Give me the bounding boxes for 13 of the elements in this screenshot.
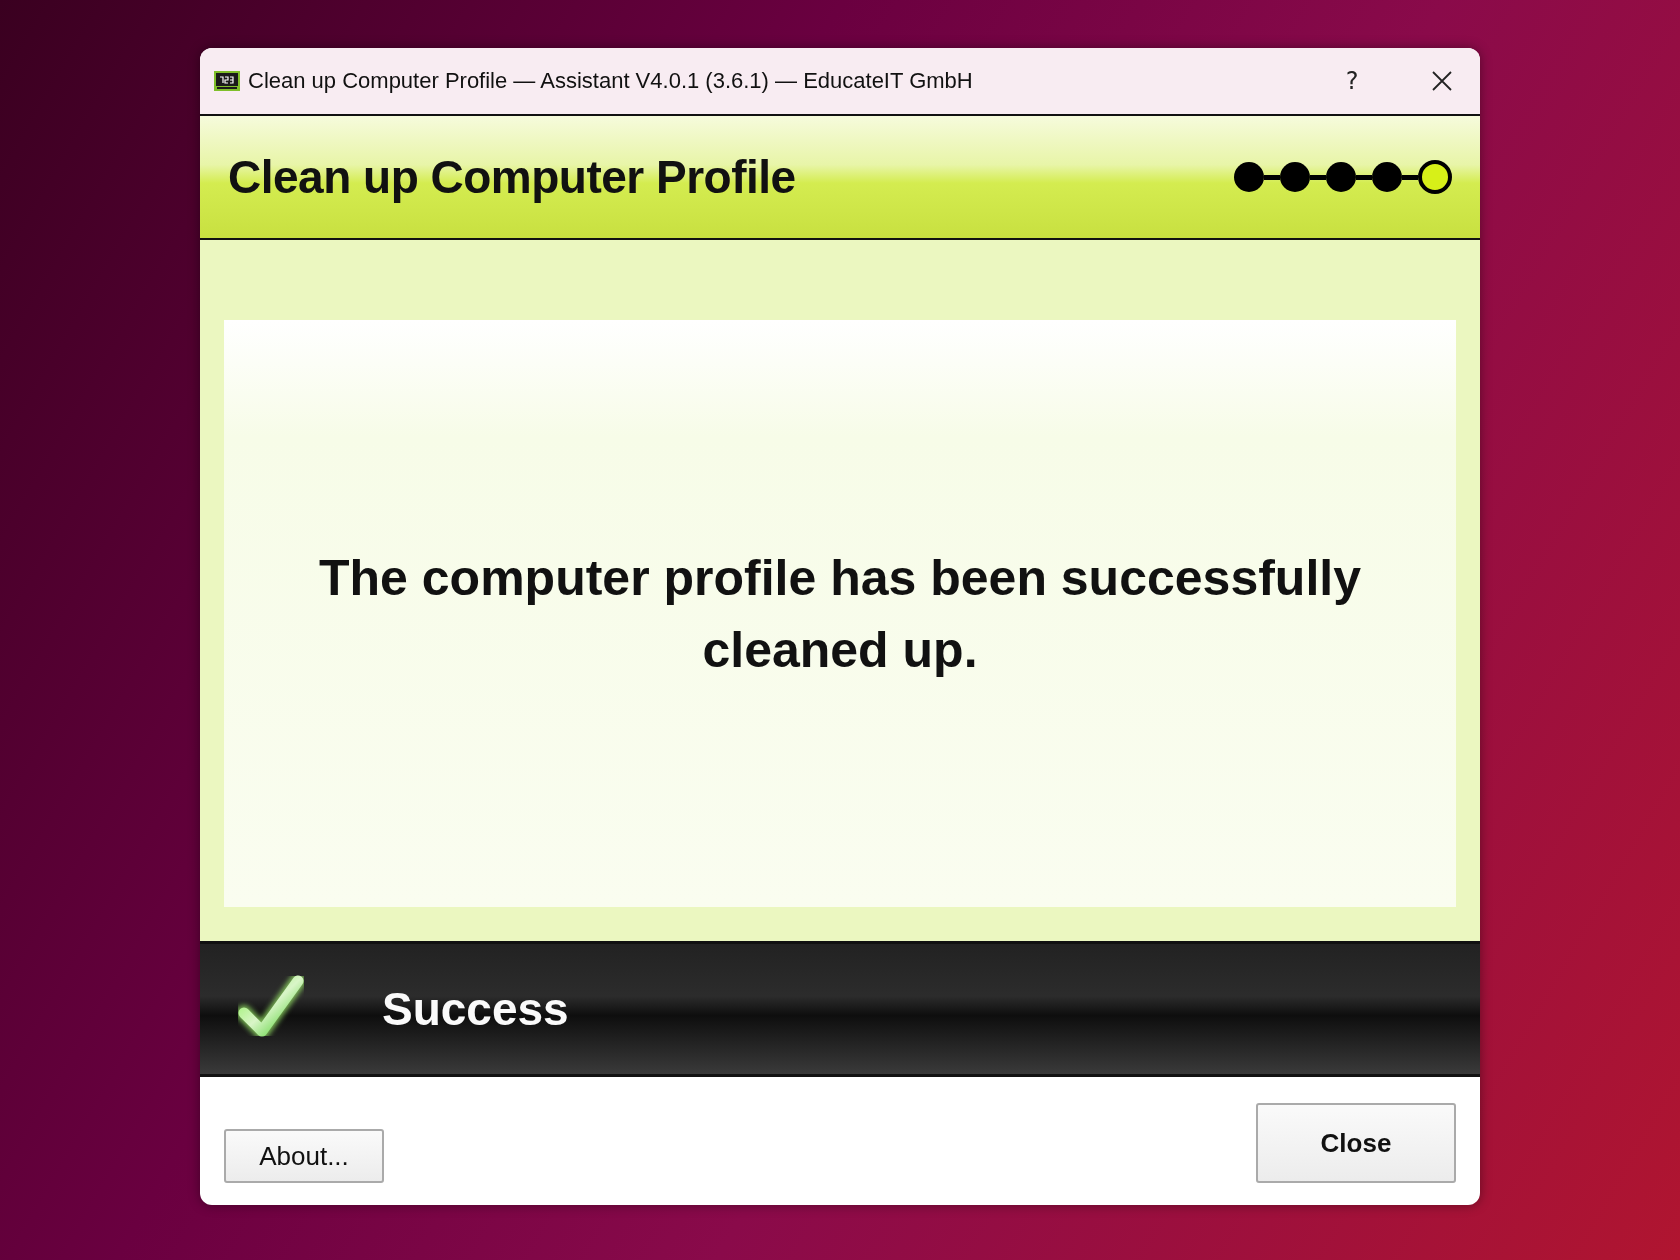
app-icon [214,71,240,91]
window-title: Clean up Computer Profile — Assistant V4.0.1 (3.6.1) — EducateIT GmbH [248,68,973,94]
close-icon [1431,70,1453,92]
close-dialog-button[interactable]: Close [1256,1103,1456,1183]
step-connector [1310,174,1326,180]
help-button[interactable]: ? [1328,61,1376,101]
step-connector [1356,174,1372,180]
step-connector [1402,174,1418,180]
step-connector [1264,174,1280,180]
page-heading: Clean up Computer Profile [228,150,796,204]
status-label: Success [382,982,569,1036]
success-message: The computer profile has been successfully cleaned up. [318,548,1362,680]
about-button[interactable]: About... [224,1129,384,1183]
